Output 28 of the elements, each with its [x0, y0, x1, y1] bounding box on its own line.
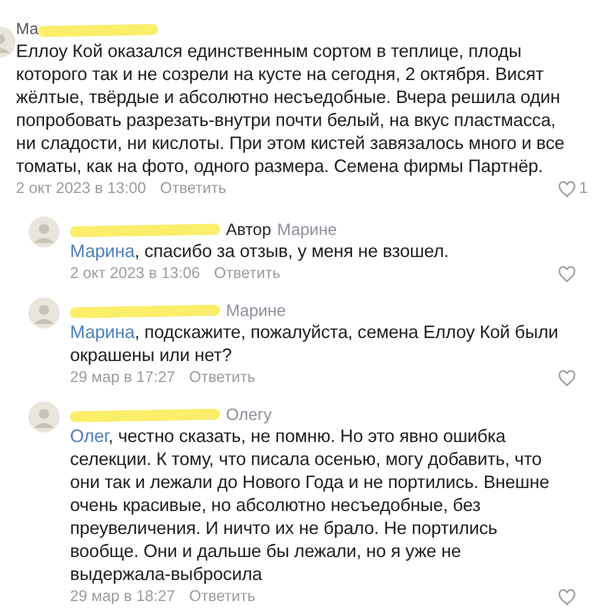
reply-to-label: Марине [226, 302, 286, 320]
reply-link[interactable]: Ответить [189, 588, 256, 606]
comment-date: 29 мар в 18:27 [70, 588, 176, 606]
heart-icon[interactable] [558, 266, 576, 283]
comment-text: Олег, честно сказать, не помню. Но это явно ошибка селекции. К тому, что писала осенью, могу добавить, что они так и лежали до Нового Года и не портились. Внешне очень красивые, но абсолютно несъедобные, без преувеличения. И ничто их не брало. Не портились вообще. Они и дальше бы лежали, но я уже не выдержала-выбросила [70, 425, 550, 586]
like-count: 1 [579, 180, 588, 198]
heart-icon[interactable] [558, 589, 576, 606]
comment-date: 29 мар в 17:27 [70, 369, 176, 387]
reply-to-label: Марине [277, 220, 337, 240]
mention-link[interactable]: Марина [70, 241, 135, 261]
avatar[interactable] [28, 401, 60, 433]
avatar[interactable] [28, 297, 60, 329]
comment-date: 2 окт 2023 в 13:00 [16, 180, 146, 198]
comment-text: Марина, подскажите, пожалуйста, семена Еллоу Кой были окрашены или нет? [70, 321, 560, 367]
author-name[interactable]: Ма [16, 21, 38, 39]
author-label: Автор [226, 220, 272, 240]
comment-text: Марина, спасибо за отзыв, у меня не взошел. [70, 240, 450, 263]
comment-date: 2 окт 2023 в 13:06 [70, 265, 200, 283]
reply-link[interactable]: Ответить [189, 369, 256, 387]
reply-to-label: Олегу [226, 406, 272, 424]
heart-icon[interactable] [558, 180, 576, 198]
reply-link[interactable]: Ответить [214, 265, 280, 283]
reply-link[interactable]: Ответить [160, 180, 226, 198]
heart-icon[interactable] [558, 370, 576, 387]
comment-text: Еллоу Кой оказался единственным сортом в теплице, плоды которого так и не созрели на кусте на сегодня, 2 октября. Висят жёлтые, твёрдые и абсолютно несъедобные. Вчера решила один попробовать разрезать-внутри почти белый, на вкус пластмасса, ни сладости, ни кислоты. При этом кистей завязалось много и все томаты, как на фото, одного размера. Семена фирмы Партнёр. [16, 40, 566, 178]
mention-link[interactable]: Олег [70, 426, 108, 446]
mention-link[interactable]: Марина [70, 322, 135, 342]
avatar[interactable] [28, 216, 60, 248]
